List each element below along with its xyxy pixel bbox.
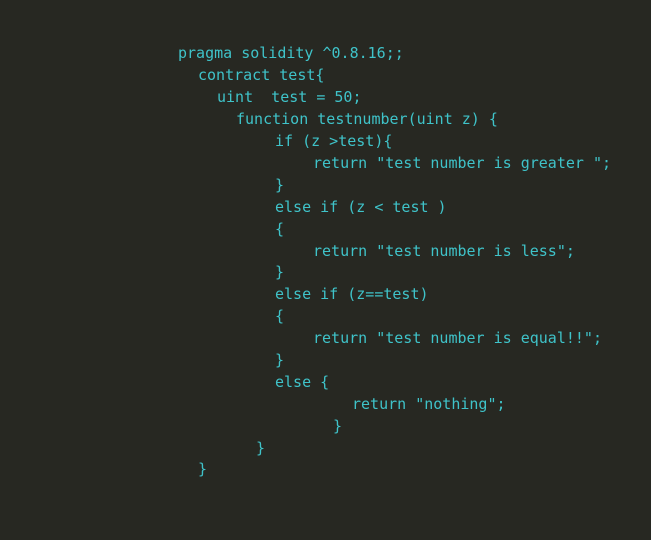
code-editor[interactable]: pragma solidity ^0.8.16;; contract test{…: [0, 0, 651, 540]
code-line-contract: contract test{: [198, 66, 325, 84]
code-line-open-brace: {: [275, 220, 285, 238]
code-line-open-brace: {: [275, 307, 285, 325]
code-line-else-if-equal: else if (z==test): [275, 285, 429, 303]
code-line-close-brace: }: [333, 417, 343, 435]
code-line-if: if (z >test){: [275, 132, 393, 150]
code-line-else: else {: [275, 373, 330, 391]
code-line-close-brace: }: [275, 351, 285, 369]
code-line-close-brace: }: [198, 460, 208, 478]
code-line-return-greater: return "test number is greater ";: [313, 154, 612, 172]
code-line-function: function testnumber(uint z) {: [236, 110, 498, 128]
code-line-close-brace: }: [275, 263, 285, 281]
code-line-return-equal: return "test number is equal!!";: [313, 329, 602, 347]
code-line-return-less: return "test number is less";: [313, 242, 575, 260]
code-line-return-nothing: return "nothing";: [352, 395, 506, 413]
code-line-pragma: pragma solidity ^0.8.16;;: [178, 44, 404, 62]
code-line-close-brace: }: [256, 439, 266, 457]
code-line-close-brace: }: [275, 176, 285, 194]
code-line-uint-declaration: uint test = 50;: [217, 88, 362, 106]
code-line-else-if-less: else if (z < test ): [275, 198, 447, 216]
